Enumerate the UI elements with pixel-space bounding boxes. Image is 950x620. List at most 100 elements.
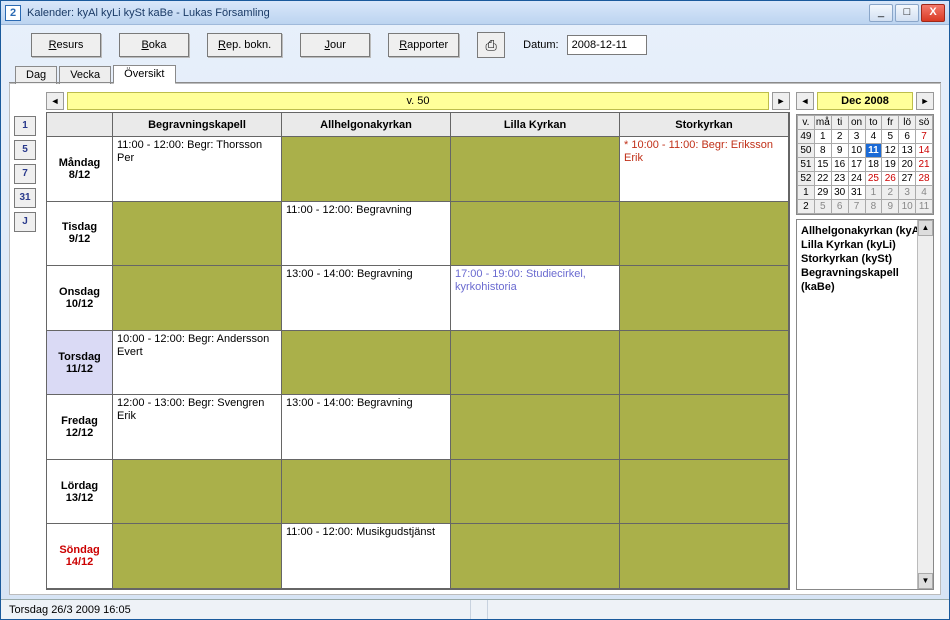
cal-day[interactable]: 7 [916,130,933,144]
maximize-button[interactable]: □ [895,4,919,22]
grid-cell[interactable] [451,331,620,396]
side-7-button[interactable]: 7 [14,164,36,184]
cal-day[interactable]: 19 [882,158,899,172]
grid-cell[interactable] [113,202,282,267]
side-31-button[interactable]: 31 [14,188,36,208]
cal-day[interactable]: 8 [814,144,831,158]
grid-cell[interactable] [620,460,789,525]
titlebar[interactable]: 2 Kalender: kyAl kyLi kySt kaBe - Lukas … [1,1,949,25]
resurs-button[interactable]: Resurs [31,33,101,57]
week-prev-button[interactable]: ◄ [46,92,64,110]
cal-week[interactable]: 1 [798,186,815,200]
cal-day[interactable]: 5 [882,130,899,144]
grid-cell[interactable] [282,331,451,396]
grid-cell[interactable] [451,395,620,460]
cal-day[interactable]: 31 [848,186,865,200]
cal-day[interactable]: 14 [916,144,933,158]
side-1-button[interactable]: 1 [14,116,36,136]
cal-day[interactable]: 11 [916,200,933,214]
rep-bokn-button[interactable]: Rep. bokn. [207,33,282,57]
cal-day[interactable]: 20 [899,158,916,172]
month-next-button[interactable]: ► [916,92,934,110]
cal-day[interactable]: 8 [865,200,882,214]
cal-day[interactable]: 1 [865,186,882,200]
resource-item[interactable]: Allhelgonakyrkan (kyAl) [801,224,929,238]
grid-cell[interactable] [282,460,451,525]
cal-day[interactable]: 16 [831,158,848,172]
cal-day[interactable]: 6 [899,130,916,144]
grid-cell[interactable] [451,137,620,202]
cal-day[interactable]: 2 [882,186,899,200]
cal-week[interactable]: 52 [798,172,815,186]
tab-oversikt[interactable]: Översikt [113,65,175,84]
grid-cell[interactable] [451,524,620,589]
grid-cell[interactable]: 13:00 - 14:00: Begravning [282,395,451,460]
grid-cell[interactable] [113,524,282,589]
cal-week[interactable]: 50 [798,144,815,158]
cal-day[interactable]: 4 [865,130,882,144]
resource-item[interactable]: Lilla Kyrkan (kyLi) [801,238,929,252]
day-header[interactable]: Lördag13/12 [47,460,113,525]
jour-button[interactable]: Jour [300,33,370,57]
grid-cell[interactable]: 12:00 - 13:00: Begr: Svengren Erik [113,395,282,460]
grid-cell[interactable] [451,202,620,267]
grid-cell[interactable]: 13:00 - 14:00: Begravning [282,266,451,331]
scroll-up-icon[interactable]: ▲ [918,220,933,236]
cal-day[interactable]: 17 [848,158,865,172]
boka-button[interactable]: Boka [119,33,189,57]
cal-day[interactable]: 29 [814,186,831,200]
cal-day[interactable]: 23 [831,172,848,186]
mini-calendar[interactable]: v.måtiontofrlösö491234567508910111213145… [796,114,934,215]
cal-day[interactable]: 30 [831,186,848,200]
side-j-button[interactable]: J [14,212,36,232]
month-prev-button[interactable]: ◄ [796,92,814,110]
cal-day[interactable]: 28 [916,172,933,186]
grid-cell[interactable] [620,395,789,460]
grid-cell[interactable]: 11:00 - 12:00: Begr: Thorsson Per [113,137,282,202]
day-header[interactable]: Fredag12/12 [47,395,113,460]
cal-day[interactable]: 6 [831,200,848,214]
cal-day[interactable]: 13 [899,144,916,158]
print-icon[interactable]: ⎙ [477,32,505,58]
day-header[interactable]: Tisdag9/12 [47,202,113,267]
grid-cell[interactable] [620,524,789,589]
grid-cell[interactable] [282,137,451,202]
cal-day[interactable]: 15 [814,158,831,172]
cal-day[interactable]: 18 [865,158,882,172]
cal-day[interactable]: 7 [848,200,865,214]
resource-item[interactable]: Storkyrkan (kySt) [801,252,929,266]
grid-cell[interactable]: 10:00 - 12:00: Begr: Andersson Evert [113,331,282,396]
day-header[interactable]: Söndag14/12 [47,524,113,589]
cal-week[interactable]: 2 [798,200,815,214]
grid-cell[interactable] [451,460,620,525]
cal-day[interactable]: 27 [899,172,916,186]
grid-cell[interactable]: * 10:00 - 11:00: Begr: Eriksson Erik [620,137,789,202]
side-5-button[interactable]: 5 [14,140,36,160]
resource-list[interactable]: Allhelgonakyrkan (kyAl)Lilla Kyrkan (kyL… [796,219,934,590]
day-header[interactable]: Torsdag11/12 [47,331,113,396]
grid-cell[interactable] [620,202,789,267]
grid-cell[interactable] [113,266,282,331]
cal-day[interactable]: 5 [814,200,831,214]
cal-day[interactable]: 9 [831,144,848,158]
cal-day[interactable]: 2 [831,130,848,144]
scroll-down-icon[interactable]: ▼ [918,573,933,589]
cal-week[interactable]: 51 [798,158,815,172]
cal-day[interactable]: 21 [916,158,933,172]
cal-day[interactable]: 3 [899,186,916,200]
grid-cell[interactable] [113,460,282,525]
cal-day[interactable]: 24 [848,172,865,186]
grid-cell[interactable] [620,266,789,331]
cal-day[interactable]: 11 [865,144,882,158]
cal-day[interactable]: 9 [882,200,899,214]
resource-item[interactable]: Begravningskapell (kaBe) [801,266,929,294]
resource-scrollbar[interactable]: ▲ ▼ [917,220,933,589]
rapporter-button[interactable]: Rapporter [388,33,459,57]
cal-day[interactable]: 25 [865,172,882,186]
cal-day[interactable]: 12 [882,144,899,158]
cal-week[interactable]: 49 [798,130,815,144]
datum-input[interactable] [567,35,647,55]
day-header[interactable]: Måndag8/12 [47,137,113,202]
cal-day[interactable]: 10 [848,144,865,158]
week-next-button[interactable]: ► [772,92,790,110]
